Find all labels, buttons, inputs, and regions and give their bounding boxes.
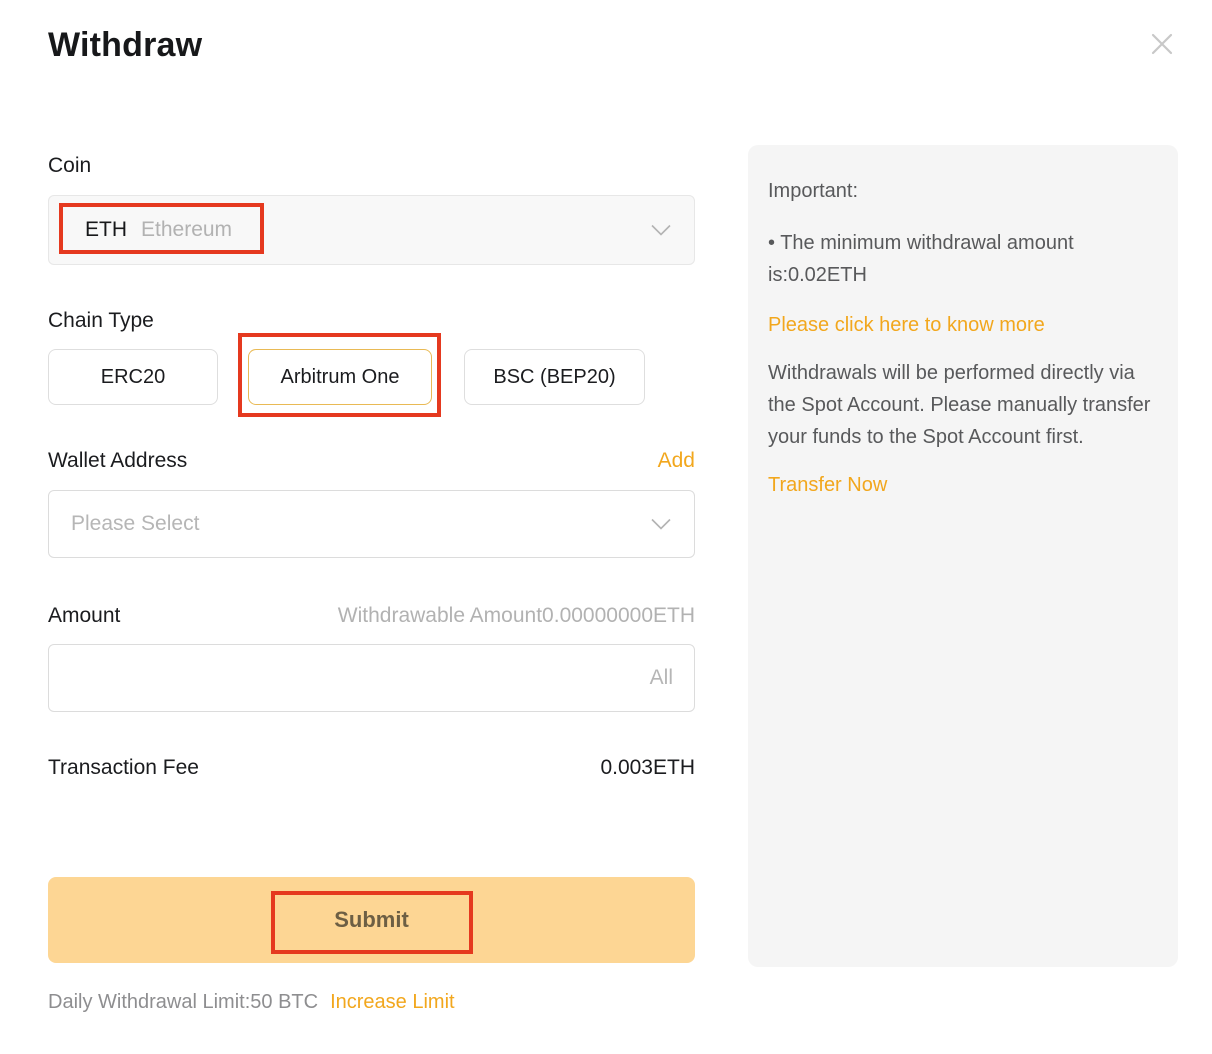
- withdrawable-amount-hint: Withdrawable Amount0.00000000ETH: [338, 604, 695, 628]
- coin-select[interactable]: ETH Ethereum: [48, 195, 695, 265]
- chevron-down-icon: [650, 224, 672, 237]
- coin-name: Ethereum: [141, 218, 232, 242]
- withdraw-form: Withdraw Coin ETH Ethereum Chain Type ER…: [48, 0, 695, 1014]
- amount-label: Amount: [48, 602, 120, 630]
- chain-type-label: Chain Type: [48, 307, 695, 335]
- wallet-address-placeholder: Please Select: [71, 512, 199, 536]
- amount-all-button[interactable]: All: [650, 666, 673, 690]
- amount-row: Amount Withdrawable Amount0.00000000ETH: [48, 602, 695, 630]
- chain-option-arbitrum-one[interactable]: Arbitrum One: [248, 349, 432, 405]
- know-more-link[interactable]: Please click here to know more: [768, 309, 1045, 341]
- info-heading: Important:: [768, 175, 1156, 207]
- chevron-down-icon: [650, 518, 672, 531]
- coin-symbol: ETH: [85, 218, 127, 242]
- daily-limit-row: Daily Withdrawal Limit:50 BTC Increase L…: [48, 991, 695, 1014]
- minimum-withdrawal-note: • The minimum withdrawal amount is:0.02E…: [768, 227, 1156, 291]
- wallet-address-label: Wallet Address: [48, 447, 187, 475]
- important-info-panel: Important: • The minimum withdrawal amou…: [748, 145, 1178, 967]
- wallet-address-row: Wallet Address Add: [48, 447, 695, 475]
- amount-input[interactable]: [48, 644, 695, 712]
- close-icon: [1148, 30, 1176, 58]
- wallet-address-select[interactable]: Please Select: [48, 490, 695, 558]
- submit-wrap: Submit: [48, 877, 695, 963]
- close-button[interactable]: [1146, 28, 1178, 60]
- spot-account-note: Withdrawals will be performed directly v…: [768, 357, 1156, 453]
- transaction-fee-value: 0.003ETH: [600, 756, 695, 780]
- chain-type-options: ERC20 Arbitrum One BSC (BEP20): [48, 349, 695, 405]
- chain-option-erc20[interactable]: ERC20: [48, 349, 218, 405]
- add-address-link[interactable]: Add: [658, 449, 695, 473]
- chain-option-bsc-bep20[interactable]: BSC (BEP20): [464, 349, 645, 405]
- withdraw-modal: Withdraw Coin ETH Ethereum Chain Type ER…: [0, 0, 1212, 1054]
- submit-button[interactable]: Submit: [48, 877, 695, 963]
- coin-label: Coin: [48, 152, 695, 180]
- increase-limit-link[interactable]: Increase Limit: [330, 991, 455, 1014]
- daily-limit-text: Daily Withdrawal Limit:50 BTC: [48, 991, 318, 1014]
- page-title: Withdraw: [48, 22, 695, 68]
- amount-input-wrap: All: [48, 644, 695, 712]
- transfer-now-link[interactable]: Transfer Now: [768, 469, 887, 501]
- transaction-fee-row: Transaction Fee 0.003ETH: [48, 756, 695, 780]
- transaction-fee-label: Transaction Fee: [48, 756, 199, 780]
